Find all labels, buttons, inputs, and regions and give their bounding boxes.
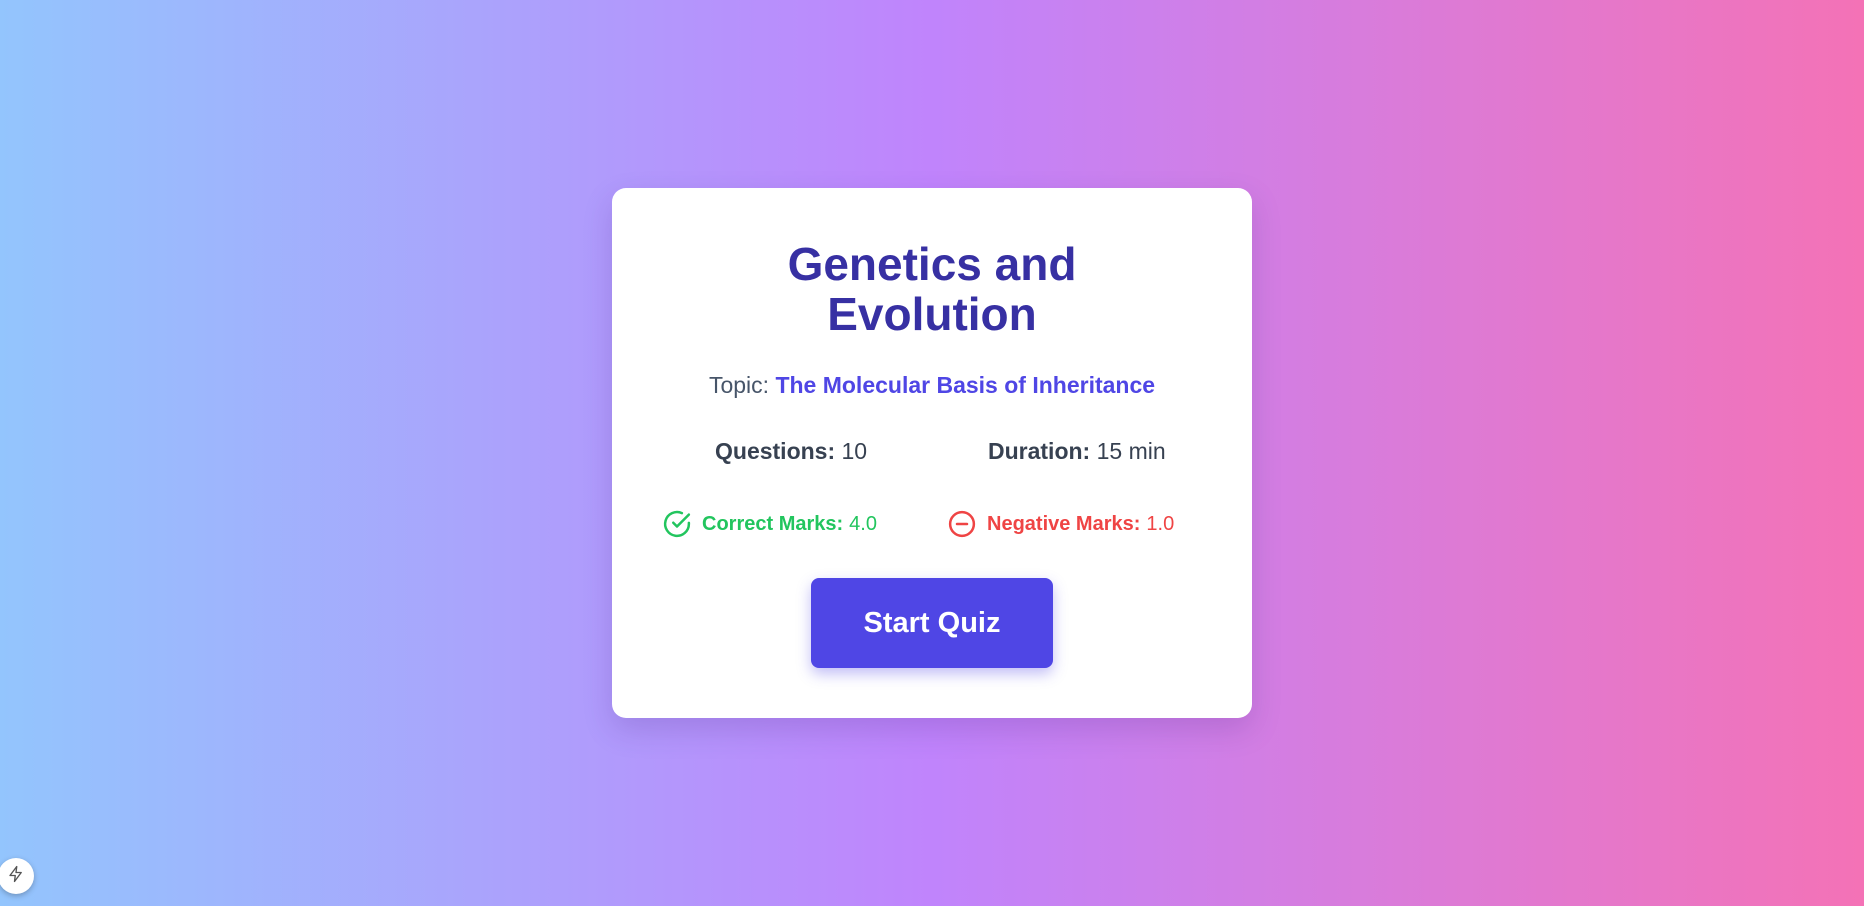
negative-marks-value: 1.0 bbox=[1146, 512, 1175, 535]
duration-stat: Duration: 15 min bbox=[988, 438, 1166, 465]
questions-stat: Questions: 10 bbox=[715, 438, 867, 465]
corner-badge-button[interactable] bbox=[0, 858, 34, 894]
topic-row: Topic: The Molecular Basis of Inheritanc… bbox=[612, 372, 1252, 399]
start-quiz-button[interactable]: Start Quiz bbox=[811, 578, 1053, 668]
negative-marks: Negative Marks: 1.0 bbox=[947, 509, 1174, 539]
check-circle-icon bbox=[662, 509, 692, 539]
duration-label: Duration: bbox=[988, 438, 1091, 464]
negative-marks-label: Negative Marks: bbox=[987, 512, 1141, 535]
quiz-title: Genetics and Evolution bbox=[787, 238, 1077, 340]
topic-name: The Molecular Basis of Inheritance bbox=[775, 372, 1156, 398]
minus-circle-icon bbox=[947, 509, 977, 539]
questions-label: Questions: bbox=[715, 438, 836, 464]
correct-marks-value: 4.0 bbox=[849, 512, 877, 535]
correct-marks-label: Correct Marks: bbox=[702, 512, 844, 535]
questions-value: 10 bbox=[841, 438, 868, 464]
topic-label: Topic: bbox=[708, 372, 770, 398]
quiz-card: Genetics and Evolution Topic: The Molecu… bbox=[612, 188, 1252, 718]
correct-marks: Correct Marks: 4.0 bbox=[662, 509, 877, 539]
duration-value: 15 min bbox=[1096, 438, 1166, 464]
lightning-icon bbox=[7, 865, 25, 888]
